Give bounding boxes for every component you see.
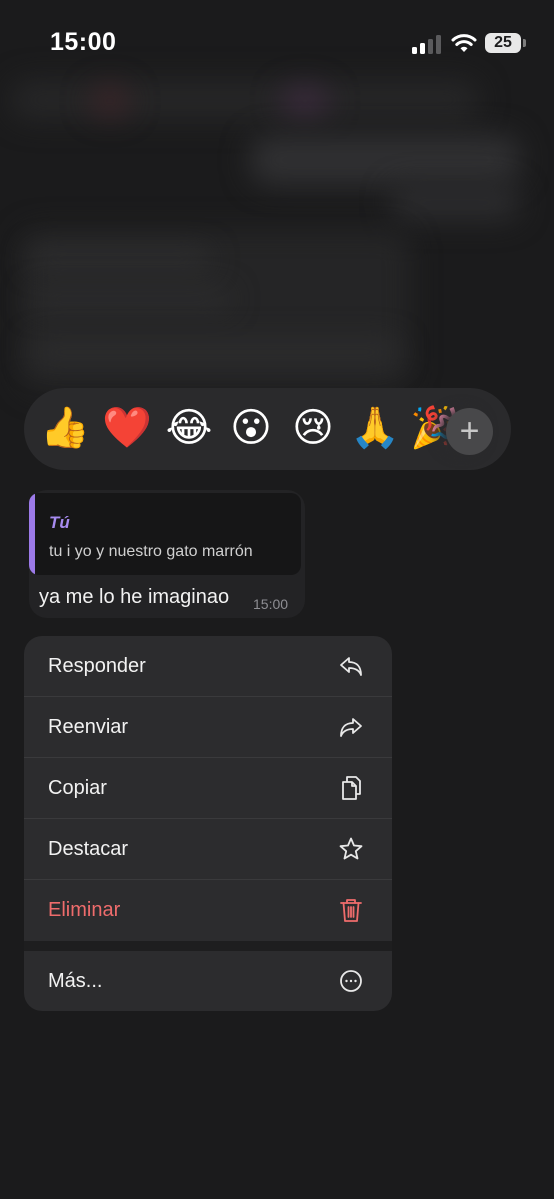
wifi-icon bbox=[451, 34, 477, 52]
menu-item-label: Reenviar bbox=[48, 716, 129, 738]
menu-item-label: Copiar bbox=[48, 777, 107, 799]
battery-cap bbox=[523, 39, 526, 47]
status-time: 15:00 bbox=[50, 28, 117, 56]
forward-icon bbox=[340, 718, 362, 737]
menu-item-star[interactable]: Destacar bbox=[24, 819, 392, 880]
quoted-message[interactable]: Tú tu i yo y nuestro gato marrón bbox=[29, 493, 301, 575]
star-icon bbox=[339, 837, 363, 860]
reaction-thumbs-up[interactable]: 👍 bbox=[40, 403, 90, 453]
quote-author: Tú bbox=[49, 513, 70, 532]
menu-item-label: Destacar bbox=[48, 838, 129, 860]
message-text: ya me lo he imaginao bbox=[39, 586, 230, 608]
reaction-sad[interactable]: 😢 bbox=[288, 403, 338, 453]
message-bubble[interactable]: Tú tu i yo y nuestro gato marrón ya me l… bbox=[29, 490, 305, 618]
menu-item-forward[interactable]: Reenviar bbox=[24, 697, 392, 758]
reaction-pray[interactable]: 🙏 bbox=[350, 403, 400, 453]
menu-item-label: Eliminar bbox=[48, 899, 121, 921]
menu-item-label: Más... bbox=[48, 970, 103, 992]
menu-item-more[interactable]: Más... bbox=[24, 951, 392, 1011]
status-bar: 15:00 25 bbox=[0, 0, 554, 88]
quote-text: tu i yo y nuestro gato marrón bbox=[49, 543, 253, 560]
reply-icon bbox=[340, 657, 362, 676]
reaction-heart[interactable]: ❤️ bbox=[102, 403, 152, 453]
copy-icon bbox=[342, 776, 361, 800]
more-icon bbox=[340, 970, 362, 992]
trash-icon bbox=[340, 899, 362, 922]
quote-accent-bar bbox=[29, 493, 35, 575]
menu-item-copy[interactable]: Copiar bbox=[24, 758, 392, 819]
more-reactions-button[interactable]: + bbox=[446, 408, 493, 455]
menu-section-separator bbox=[24, 941, 392, 951]
reaction-surprised[interactable]: 😮 bbox=[226, 403, 276, 453]
battery-icon: 25 bbox=[485, 33, 521, 53]
cellular-signal-icon bbox=[412, 34, 442, 54]
menu-item-reply[interactable]: Responder bbox=[24, 636, 392, 697]
menu-item-delete[interactable]: Eliminar bbox=[24, 880, 392, 941]
message-time: 15:00 bbox=[253, 596, 289, 612]
reaction-laughing[interactable]: 😂 bbox=[164, 403, 214, 453]
reaction-bar: 👍 ❤️ 😂 😮 😢 🙏 🎉 + bbox=[24, 388, 511, 470]
menu-item-label: Responder bbox=[48, 655, 146, 677]
context-menu: Responder Reenviar Copiar Destacar Elimi… bbox=[24, 636, 392, 1011]
